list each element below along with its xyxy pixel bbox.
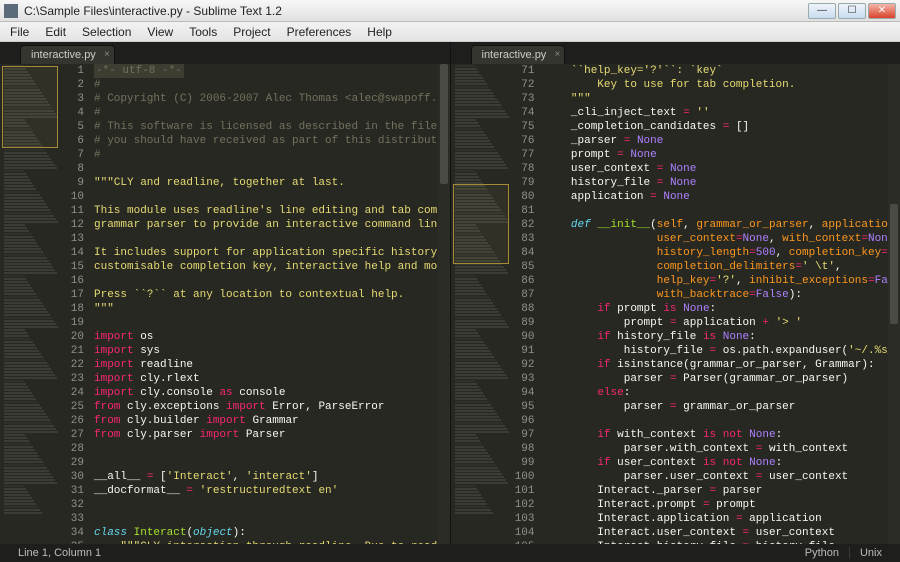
minimap-left[interactable] <box>0 64 60 544</box>
minimap-right[interactable] <box>451 64 511 544</box>
tabbar-left: interactive.py × <box>0 42 450 64</box>
window-titlebar: C:\Sample Files\interactive.py - Sublime… <box>0 0 900 22</box>
scroll-thumb-left[interactable] <box>440 64 448 184</box>
editor-area: interactive.py × 1 2 3 4 5 6 7 8 9 10 11… <box>0 42 900 544</box>
minimize-button[interactable]: — <box>808 3 836 19</box>
tab-interactive-left[interactable]: interactive.py × <box>20 45 115 64</box>
tab-interactive-right[interactable]: interactive.py × <box>471 45 566 64</box>
close-icon[interactable]: × <box>104 49 110 60</box>
window-title: C:\Sample Files\interactive.py - Sublime… <box>24 4 808 18</box>
menu-view[interactable]: View <box>139 23 181 41</box>
scroll-thumb-right[interactable] <box>890 204 898 324</box>
menu-file[interactable]: File <box>2 23 37 41</box>
tab-label: interactive.py <box>482 49 547 61</box>
app-icon <box>4 4 18 18</box>
pane-left: interactive.py × 1 2 3 4 5 6 7 8 9 10 11… <box>0 42 451 544</box>
code-block-left[interactable]: 1 2 3 4 5 6 7 8 9 10 11 12 13 14 15 16 1… <box>60 64 438 544</box>
tab-label: interactive.py <box>31 49 96 61</box>
status-position: Line 1, Column 1 <box>8 547 111 559</box>
tabbar-right: interactive.py × <box>451 42 900 64</box>
scrollbar-left[interactable] <box>438 64 450 544</box>
gutter-left: 1 2 3 4 5 6 7 8 9 10 11 12 13 14 15 16 1… <box>60 64 90 544</box>
close-button[interactable]: ✕ <box>868 3 896 19</box>
menu-tools[interactable]: Tools <box>181 23 225 41</box>
menu-preferences[interactable]: Preferences <box>279 23 360 41</box>
scrollbar-right[interactable] <box>888 64 900 544</box>
menu-project[interactable]: Project <box>225 23 278 41</box>
maximize-button[interactable]: ☐ <box>838 3 866 19</box>
menu-selection[interactable]: Selection <box>74 23 139 41</box>
status-language[interactable]: Python <box>795 547 849 559</box>
window-controls: — ☐ ✕ <box>808 3 896 19</box>
close-icon[interactable]: × <box>554 49 560 60</box>
code-block-right[interactable]: 71 72 73 74 75 76 77 78 79 80 81 82 83 8… <box>511 64 889 544</box>
statusbar: Line 1, Column 1 Python Unix <box>0 544 900 562</box>
code-wrap-left: 1 2 3 4 5 6 7 8 9 10 11 12 13 14 15 16 1… <box>0 64 450 544</box>
menubar: File Edit Selection View Tools Project P… <box>0 22 900 42</box>
status-line-endings[interactable]: Unix <box>849 547 892 559</box>
menu-help[interactable]: Help <box>359 23 400 41</box>
code-left[interactable]: -*- utf-8 -*- # # Copyright (C) 2006-200… <box>90 64 438 544</box>
code-wrap-right: 71 72 73 74 75 76 77 78 79 80 81 82 83 8… <box>451 64 900 544</box>
pane-right: interactive.py × 71 72 73 74 75 76 77 78… <box>451 42 900 544</box>
gutter-right: 71 72 73 74 75 76 77 78 79 80 81 82 83 8… <box>511 64 541 544</box>
menu-edit[interactable]: Edit <box>37 23 74 41</box>
code-right[interactable]: ``help_key='?'``: `key` Key to use for t… <box>541 64 889 544</box>
